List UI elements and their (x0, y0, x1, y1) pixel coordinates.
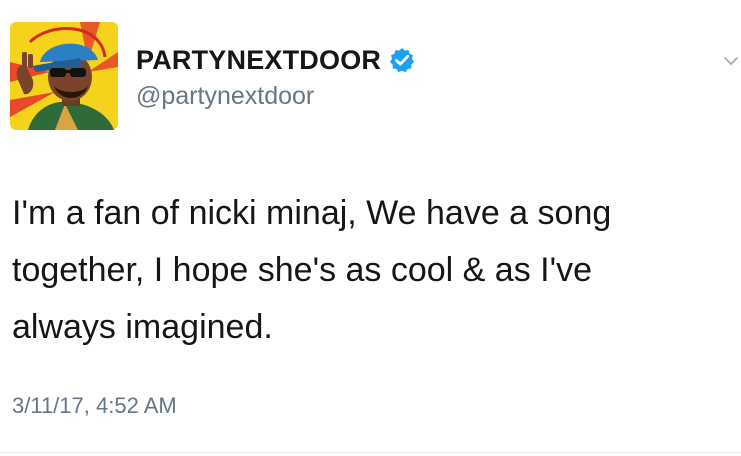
tweet-timestamp[interactable]: 3/11/17, 4:52 AM (12, 393, 177, 419)
divider (0, 452, 741, 453)
cartoon-portrait-avatar-icon (10, 22, 118, 130)
verified-badge-icon (389, 47, 415, 73)
tweet-text: I'm a fan of nicki minaj, We have a song… (12, 194, 612, 346)
author-handle[interactable]: @partynextdoor (136, 82, 314, 111)
avatar[interactable] (10, 22, 118, 130)
author-name-row[interactable]: PARTYNEXTDOOR (136, 44, 415, 76)
author-display-name[interactable]: PARTYNEXTDOOR (136, 45, 381, 76)
tweet-card[interactable]: PARTYNEXTDOOR @partynextdoor I'm a fan o… (0, 0, 741, 456)
chevron-down-icon[interactable] (722, 54, 740, 68)
